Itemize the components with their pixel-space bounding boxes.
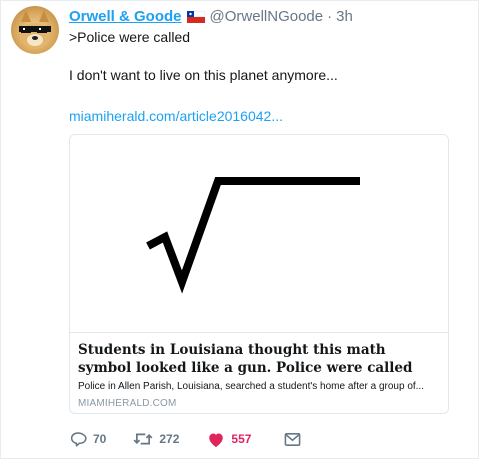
card-body: Students in Louisiana thought this math … [70, 332, 448, 413]
article-link[interactable]: miamiherald.com/article2016042... [69, 108, 283, 124]
card-image [70, 135, 448, 332]
tweet-text: >Police were called I don't want to live… [69, 28, 469, 85]
chile-flag-icon [186, 10, 205, 23]
tweet: Orwell & Goode @OrwellNGoode · 3h >Polic… [0, 0, 479, 459]
display-name[interactable]: Orwell & Goode [69, 8, 182, 25]
avatar[interactable] [11, 6, 59, 54]
tweet-text-line-1: >Police were called [69, 29, 191, 45]
heart-icon [209, 433, 224, 447]
tweet-text-line-2: I don't want to live on this planet anym… [69, 67, 338, 83]
link-card[interactable]: Students in Louisiana thought this math … [69, 134, 449, 414]
tweet-header: Orwell & Goode @OrwellNGoode · 3h [69, 6, 353, 26]
retweet-count: 272 [159, 432, 180, 446]
card-domain: MIAMIHERALD.COM [78, 398, 177, 409]
reply-icon [70, 432, 87, 447]
user-handle[interactable]: @OrwellNGoode [210, 8, 324, 25]
reply-button[interactable]: 70 [69, 430, 106, 448]
action-bar: 70 272 557 [69, 427, 301, 451]
reply-count: 70 [93, 432, 107, 446]
timestamp[interactable]: 3h [336, 8, 353, 25]
card-title: Students in Louisiana thought this math … [78, 342, 413, 376]
card-description: Police in Allen Parish, Louisiana, searc… [78, 381, 425, 392]
like-button[interactable]: 557 [207, 431, 251, 448]
separator-dot: · [327, 7, 333, 25]
square-root-symbol-icon [146, 177, 360, 294]
retweet-icon [133, 433, 153, 445]
like-count: 557 [231, 432, 252, 446]
retweet-button[interactable]: 272 [133, 430, 179, 448]
direct-message-button[interactable] [284, 432, 301, 447]
envelope-icon [285, 432, 301, 446]
doge-avatar-icon [19, 10, 51, 49]
